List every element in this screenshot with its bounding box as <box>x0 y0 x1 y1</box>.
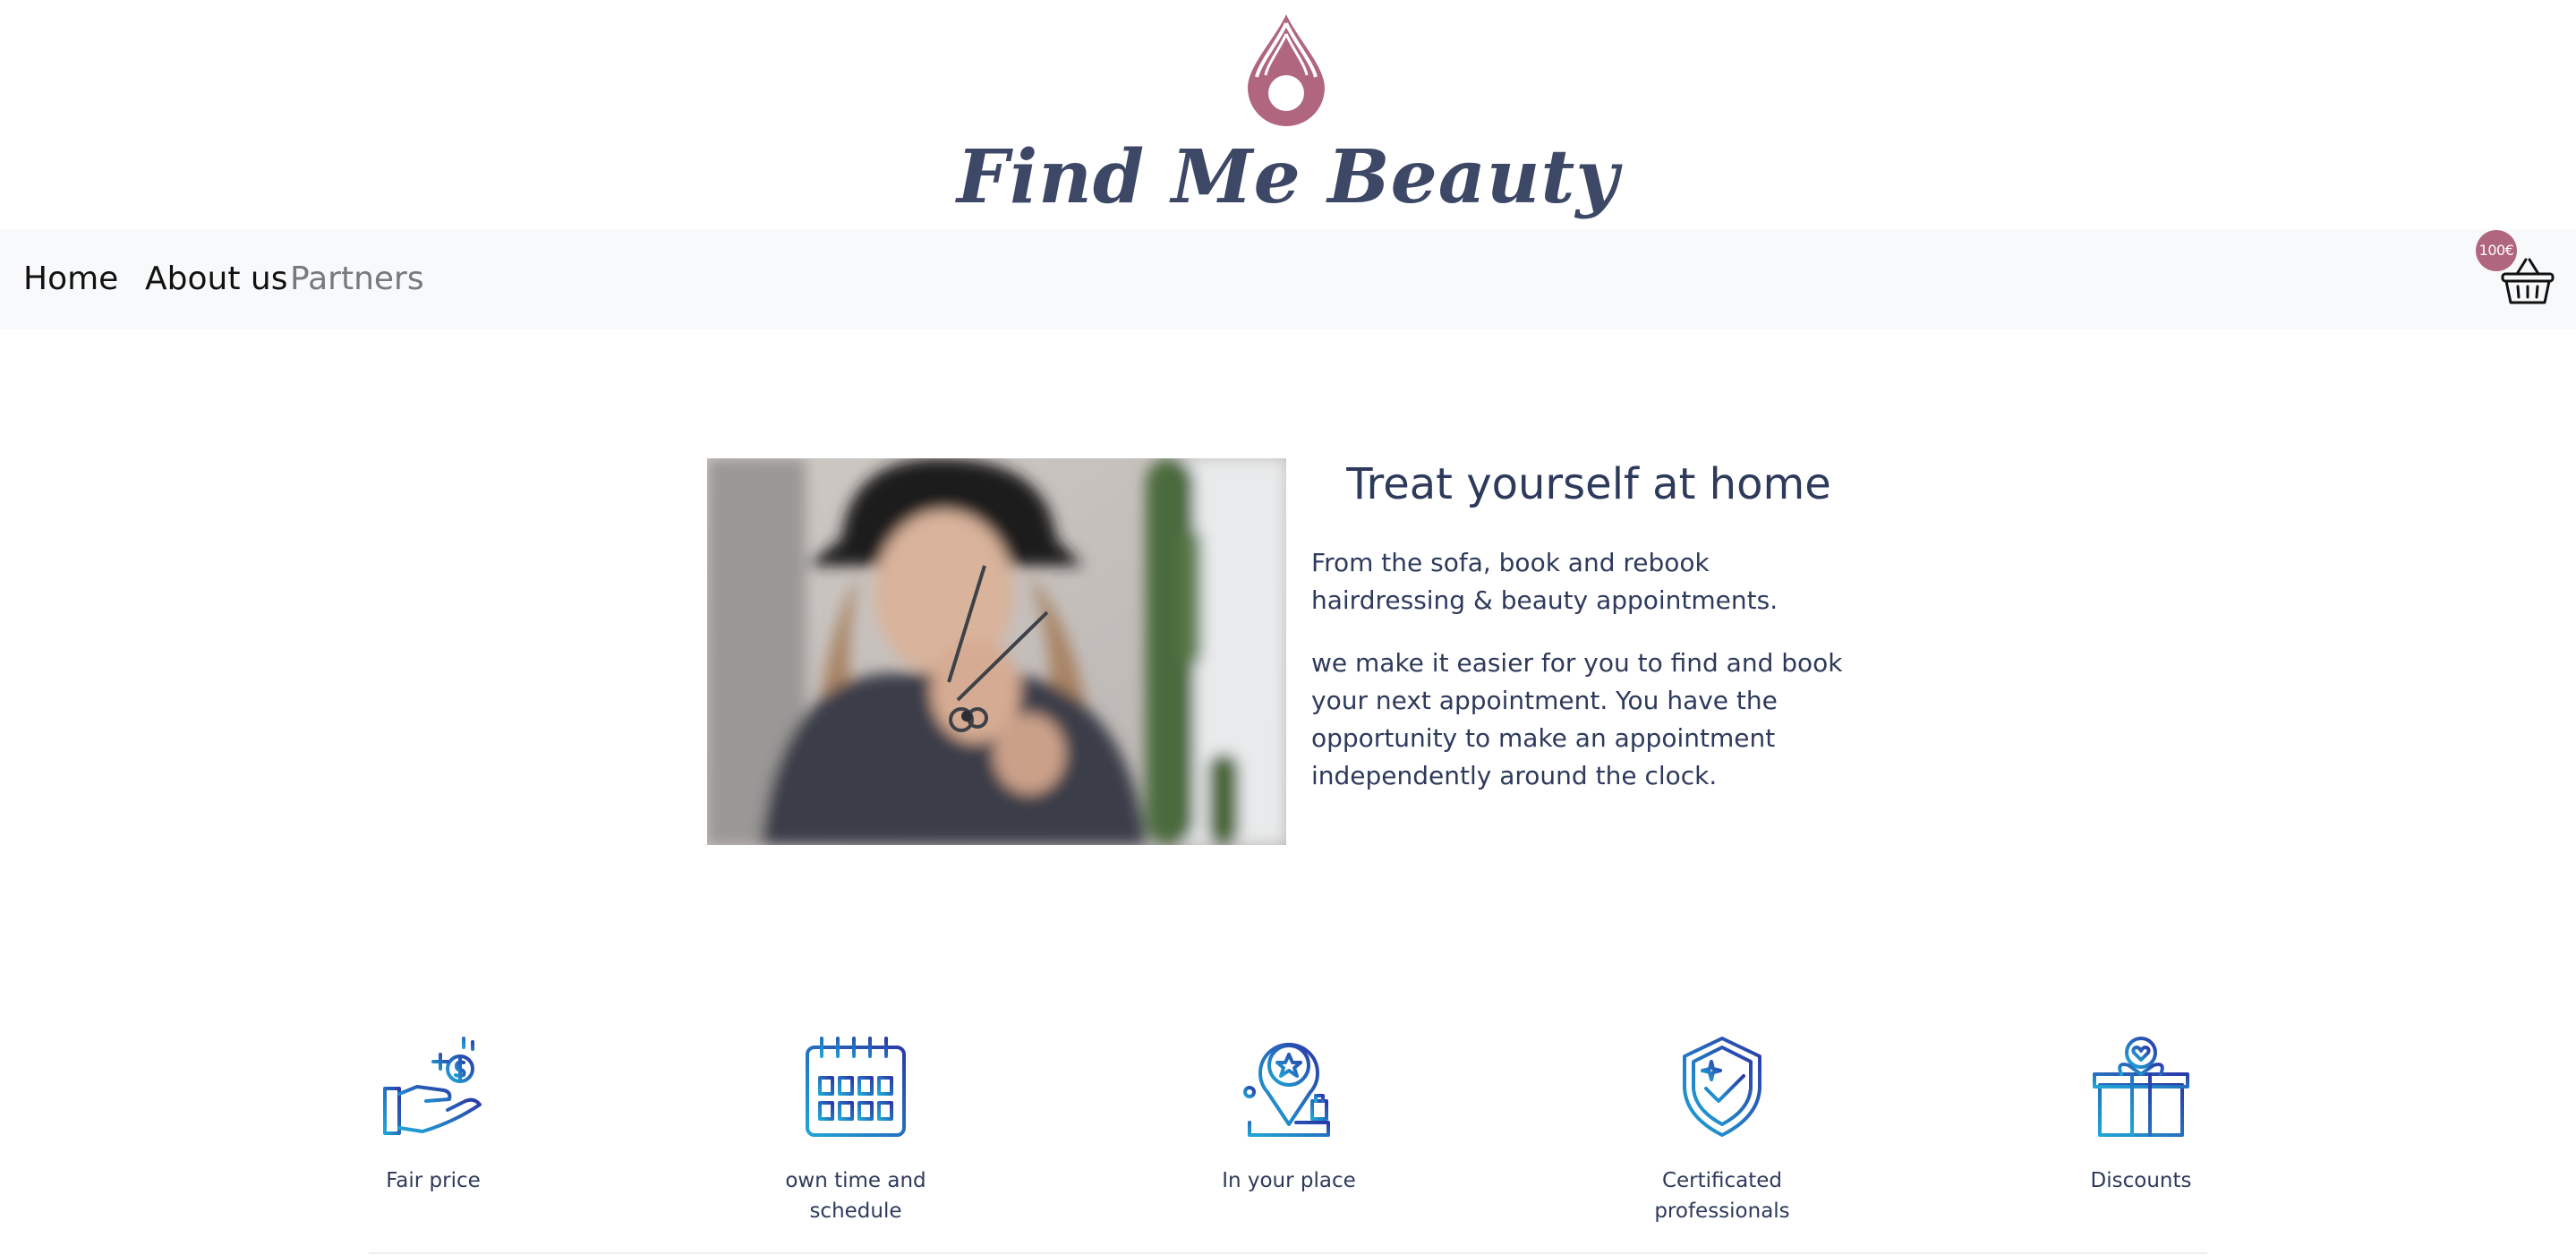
location-pin-star-icon <box>1243 1042 1330 1137</box>
nav-partners-link[interactable]: Partners <box>290 256 424 303</box>
hairdresser-with-scissors-photo <box>707 458 1286 845</box>
feature-label-certificated: Certificated professionals <box>1654 1169 1790 1223</box>
cart-total-badge[interactable]: 100€ <box>2476 230 2517 271</box>
calendar-icon <box>806 1037 906 1137</box>
gift-heart-icon <box>2093 1037 2189 1137</box>
hand-coin-icon <box>383 1037 482 1135</box>
brand-header: Find Me Beauty <box>0 0 2576 229</box>
hero-paragraph-1: From the sofa, book and rebook hairdress… <box>1311 548 1778 615</box>
hero-paragraph-2: we make it easier for you to find and bo… <box>1311 648 1843 790</box>
droplet-logo-icon <box>1248 14 1325 126</box>
main-nav: Home About us Partners <box>0 229 2576 329</box>
nav-about-link[interactable]: About us <box>145 256 287 303</box>
feature-label-discounts: Discounts <box>2090 1169 2192 1192</box>
section-divider <box>369 1252 2207 1254</box>
feature-label-own-time: own time and schedule <box>785 1169 926 1223</box>
hero-title: Treat yourself at home <box>1346 459 1831 509</box>
feature-label-fair-price: Fair price <box>386 1169 481 1192</box>
nav-home-link[interactable]: Home <box>23 256 118 303</box>
shield-check-icon <box>1683 1037 1761 1137</box>
brand-name[interactable]: Find Me Beauty <box>0 132 2576 222</box>
feature-label-in-your-place: In your place <box>1222 1169 1356 1192</box>
